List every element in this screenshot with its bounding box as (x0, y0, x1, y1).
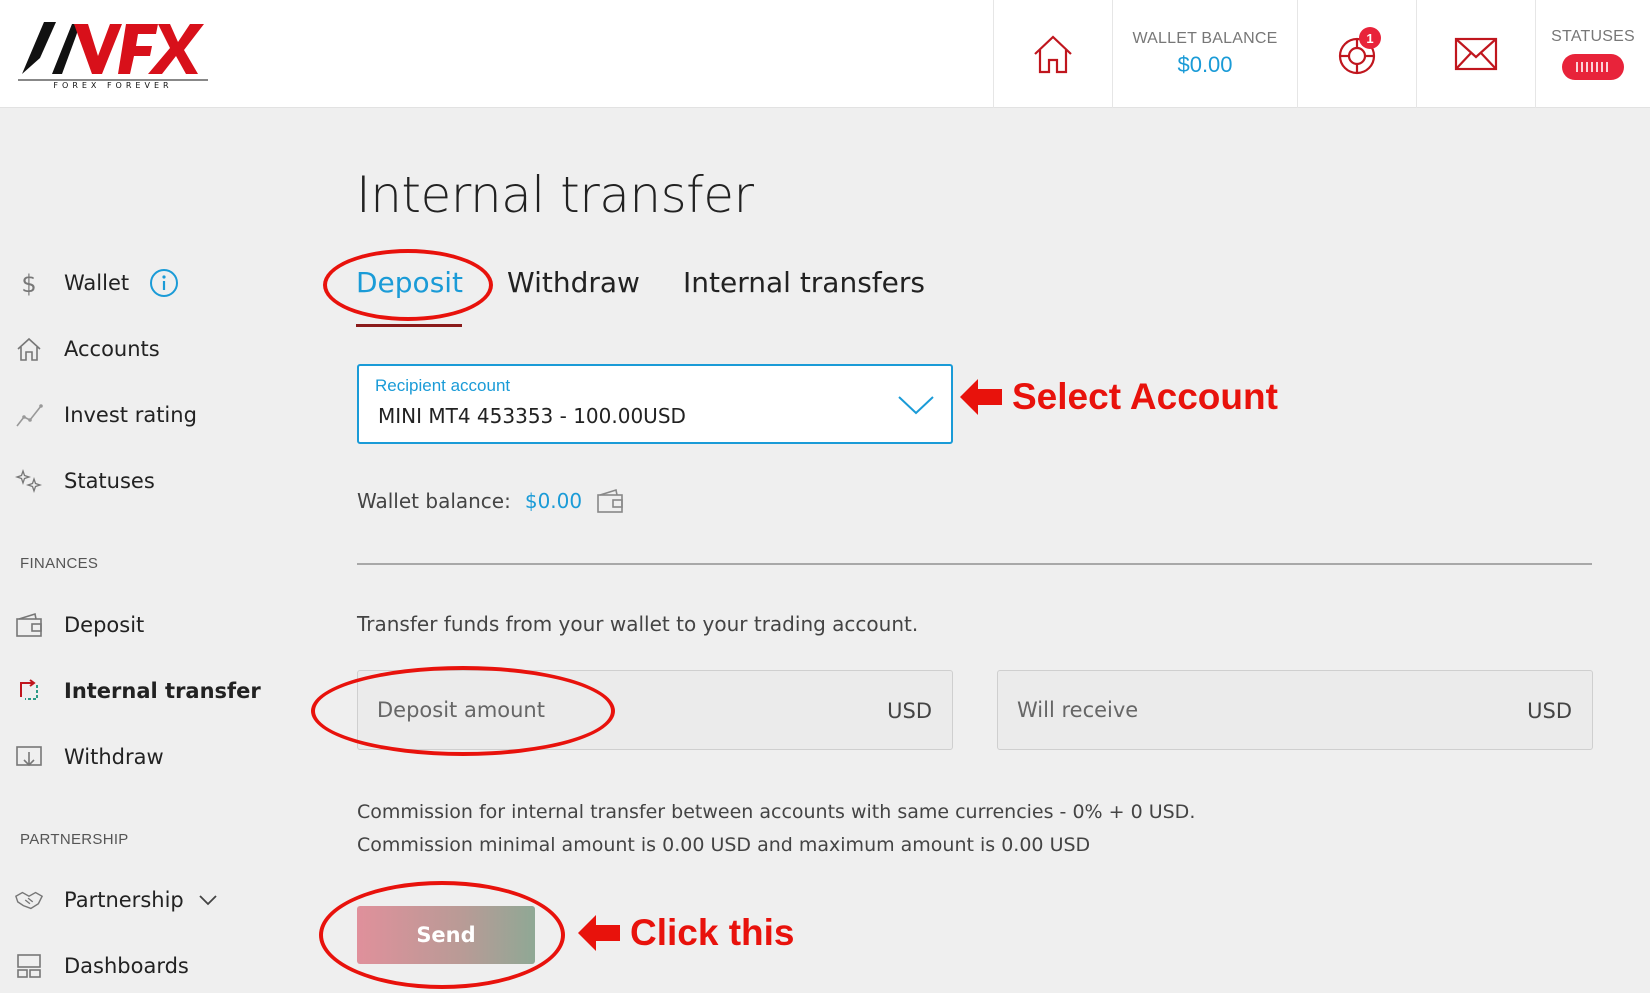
recipient-account-label: Recipient account (375, 376, 511, 395)
annotation-select-account: Select Account (960, 376, 1278, 418)
will-receive-field[interactable]: USD (997, 670, 1593, 750)
annotation-text: Click this (630, 912, 795, 953)
header-home-button[interactable] (993, 0, 1112, 108)
page-title: Internal transfer (356, 166, 754, 224)
sidebar-item-deposit[interactable]: Deposit (14, 605, 144, 645)
withdraw-icon (14, 742, 44, 772)
transfer-description: Transfer funds from your wallet to your … (357, 612, 919, 636)
header-wallet-balance[interactable]: WALLET BALANCE $0.00 (1112, 0, 1297, 108)
mail-icon (1454, 37, 1498, 71)
commission-line: Commission for internal transfer between… (357, 801, 1196, 823)
tab-internal-transfers[interactable]: Internal transfers (683, 266, 925, 299)
dollar-icon: $ (14, 268, 44, 298)
tab-deposit[interactable]: Deposit (356, 266, 463, 299)
sidebar-item-internal-transfer[interactable]: Internal transfer (14, 671, 261, 711)
chevron-down-icon (198, 894, 218, 906)
annotation-text: Select Account (1012, 376, 1278, 417)
sidebar-item-label: Partnership (64, 888, 184, 912)
tab-withdraw[interactable]: Withdraw (507, 266, 640, 299)
send-button[interactable]: Send (357, 906, 535, 964)
sidebar-heading-finances: FINANCES (20, 555, 99, 572)
wallet-icon (14, 610, 44, 640)
sidebar-item-label: Withdraw (64, 745, 164, 769)
sidebar-item-label: Wallet (64, 271, 130, 295)
wallet-balance-row: Wallet balance: $0.00 (357, 488, 624, 514)
annotation-click-this: Click this (578, 912, 795, 954)
wallet-icon (597, 488, 623, 513)
commission-line: Commission minimal amount is 0.00 USD an… (357, 834, 1091, 856)
sidebar-item-withdraw[interactable]: Withdraw (14, 737, 164, 777)
home-icon (1034, 35, 1072, 74)
wallet-balance-row-label: Wallet balance: (357, 489, 511, 513)
logo-graphic: FOREX FOREVER (18, 22, 208, 90)
svg-text:FOREX FOREVER: FOREX FOREVER (53, 81, 172, 90)
dashboard-icon (14, 951, 44, 981)
header-messages-button[interactable] (1416, 0, 1535, 108)
sidebar-heading-partnership: PARTNERSHIP (20, 831, 129, 848)
deposit-amount-field[interactable]: USD (357, 670, 953, 750)
sidebar-item-label: Accounts (64, 337, 160, 361)
sidebar-item-invest-rating[interactable]: Invest rating (14, 395, 197, 435)
svg-text:$: $ (21, 270, 36, 298)
deposit-amount-input[interactable] (358, 671, 952, 749)
section-divider (357, 563, 1592, 565)
transfer-icon (14, 676, 44, 706)
handshake-icon (14, 885, 44, 915)
will-receive-currency: USD (1527, 699, 1572, 723)
status-level-icon (1562, 54, 1624, 80)
sidebar-item-accounts[interactable]: Accounts (14, 329, 160, 369)
sidebar-item-statuses[interactable]: Statuses (14, 461, 155, 501)
wallet-balance-value: $0.00 (1177, 52, 1233, 77)
header-statuses-button[interactable]: STATUSES (1535, 0, 1650, 108)
sidebar-item-label: Statuses (64, 469, 155, 493)
active-tab-indicator (356, 324, 462, 327)
recipient-account-select[interactable]: Recipient account MINI MT4 453353 - 100.… (357, 364, 953, 444)
sidebar-item-partnership[interactable]: Partnership (14, 880, 218, 920)
sidebar-item-label: Dashboards (64, 954, 189, 978)
sidebar-item-label: Deposit (64, 613, 145, 637)
deposit-amount-currency: USD (887, 699, 932, 723)
notification-badge: 1 (1359, 27, 1381, 49)
top-header: FOREX FOREVER WALLET BALANCE $0.00 1 STA… (0, 0, 1650, 108)
arrow-left-icon (960, 379, 1002, 415)
sidebar-item-label: Invest rating (64, 403, 197, 427)
home-icon (14, 334, 44, 364)
header-support-button[interactable]: 1 (1297, 0, 1416, 108)
commission-info: Commission for internal transfer between… (357, 796, 1195, 862)
sidebar-item-wallet[interactable]: $ Wallet (14, 263, 179, 303)
statuses-label: STATUSES (1551, 28, 1635, 45)
sidebar-item-dashboards[interactable]: Dashboards (14, 946, 189, 986)
wallet-balance-row-value: $0.00 (524, 489, 583, 513)
chevron-down-icon (898, 396, 934, 415)
sparkle-icon (14, 466, 44, 496)
info-icon[interactable] (149, 268, 179, 298)
sidebar-item-label: Internal transfer (64, 679, 261, 703)
avfx-logo[interactable]: FOREX FOREVER (18, 14, 208, 90)
chart-line-icon (14, 400, 44, 430)
arrow-left-icon (578, 915, 620, 951)
recipient-account-value: MINI MT4 453353 - 100.00USD (378, 404, 686, 428)
will-receive-input[interactable] (998, 671, 1592, 749)
wallet-balance-label: WALLET BALANCE (1132, 30, 1278, 47)
